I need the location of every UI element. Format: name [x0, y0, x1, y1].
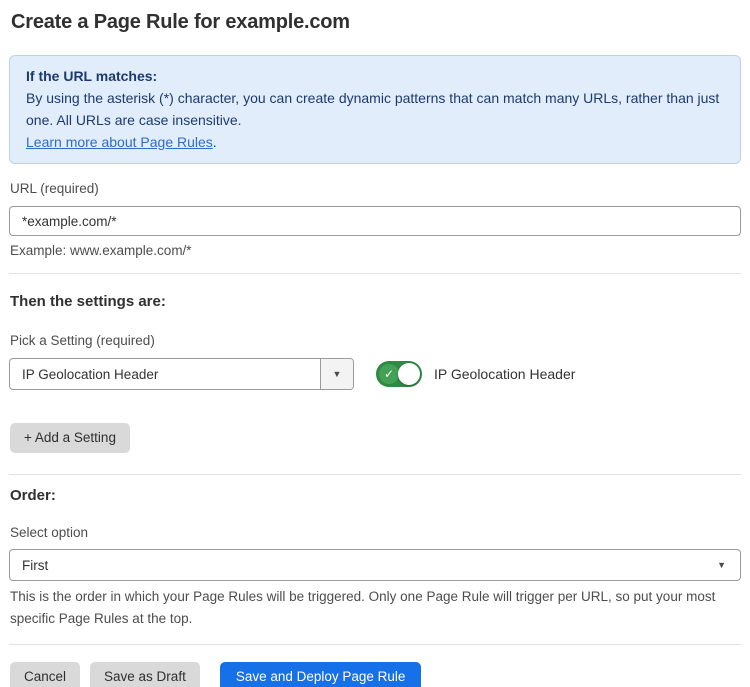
order-select-label: Select option [10, 525, 741, 541]
save-and-deploy-button[interactable]: Save and Deploy Page Rule [220, 662, 422, 687]
create-page-rule-form: Create a Page Rule for example.com If th… [0, 0, 750, 687]
order-helper-text: This is the order in which your Page Rul… [10, 586, 742, 630]
setting-row: IP Geolocation Header ▼ ✓ IP Geolocation… [9, 358, 741, 390]
url-match-info-box: If the URL matches: By using the asteris… [9, 55, 741, 164]
url-field-label: URL (required) [10, 181, 741, 197]
info-box-heading: If the URL matches: [26, 65, 724, 87]
picker-arrow-button[interactable]: ▼ [320, 359, 353, 389]
footer-actions: Cancel Save as Draft Save and Deploy Pag… [10, 662, 741, 687]
order-select[interactable]: First ▼ [9, 549, 741, 581]
chevron-down-icon: ▼ [333, 369, 342, 379]
info-box-link-line: Learn more about Page Rules. [26, 131, 724, 153]
divider [9, 644, 741, 645]
save-as-draft-button[interactable]: Save as Draft [90, 662, 200, 687]
info-box-body: By using the asterisk (*) character, you… [26, 87, 724, 131]
url-input[interactable] [9, 206, 741, 236]
page-title: Create a Page Rule for example.com [11, 10, 741, 34]
divider [9, 474, 741, 475]
check-icon: ✓ [379, 364, 399, 384]
order-section-heading: Order: [10, 487, 741, 504]
chevron-down-icon: ▼ [717, 560, 726, 570]
link-suffix: . [213, 134, 217, 150]
toggle-knob [398, 363, 420, 385]
learn-more-link[interactable]: Learn more about Page Rules [26, 134, 213, 150]
setting-picker[interactable]: IP Geolocation Header ▼ [9, 358, 354, 390]
url-example-helper: Example: www.example.com/* [10, 243, 741, 259]
ip-geolocation-toggle[interactable]: ✓ [376, 361, 422, 387]
toggle-label: IP Geolocation Header [434, 366, 575, 382]
setting-picker-value: IP Geolocation Header [10, 359, 320, 389]
cancel-button[interactable]: Cancel [10, 662, 80, 687]
settings-section-heading: Then the settings are: [10, 293, 741, 310]
pick-setting-label: Pick a Setting (required) [10, 333, 741, 349]
order-select-value: First [22, 558, 48, 573]
add-setting-button[interactable]: + Add a Setting [10, 423, 130, 453]
divider [9, 273, 741, 274]
